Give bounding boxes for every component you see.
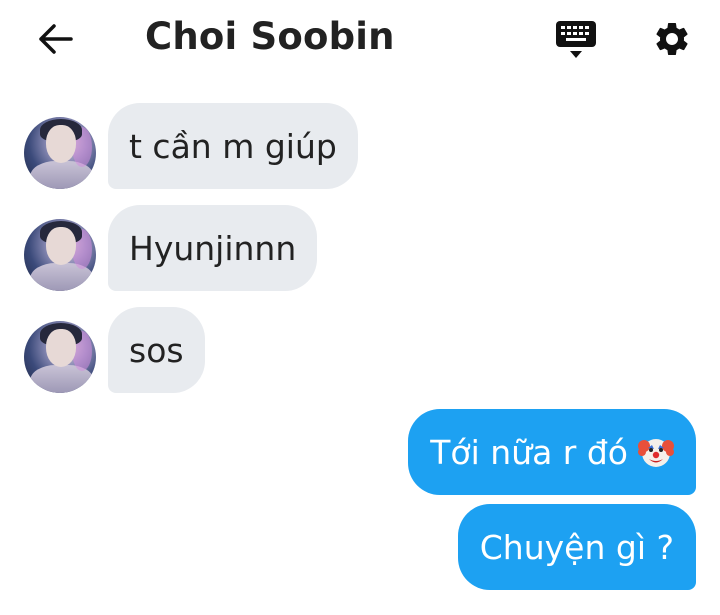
message-bubble-outgoing[interactable]: Chuyện gì ? xyxy=(457,504,696,590)
avatar[interactable] xyxy=(24,321,96,393)
message-row-incoming: sos xyxy=(0,307,720,393)
gear-icon xyxy=(656,22,688,55)
conversation-title: Choi Soobin xyxy=(145,15,395,58)
message-bubble-incoming[interactable]: t cần m giúp xyxy=(108,103,358,189)
clown-face-emoji xyxy=(638,439,674,467)
message-bubble-incoming[interactable]: Hyunjinnn xyxy=(108,205,318,291)
message-text: Tới nữa r đó xyxy=(430,432,628,472)
keyboard-button[interactable] xyxy=(552,16,600,64)
message-bubble-incoming[interactable]: sos xyxy=(108,307,205,393)
message-row-incoming: t cần m giúp xyxy=(0,103,720,189)
keyboard-icon xyxy=(556,21,596,58)
back-button[interactable] xyxy=(32,18,78,60)
arrow-left-icon xyxy=(39,24,73,54)
message-row-incoming: Hyunjinnn xyxy=(0,205,720,291)
chat-header: Choi Soobin xyxy=(0,0,720,80)
avatar[interactable] xyxy=(24,117,96,189)
settings-button[interactable] xyxy=(648,15,696,63)
message-bubble-outgoing[interactable]: Tới nữa r đó xyxy=(408,409,696,495)
avatar[interactable] xyxy=(24,219,96,291)
